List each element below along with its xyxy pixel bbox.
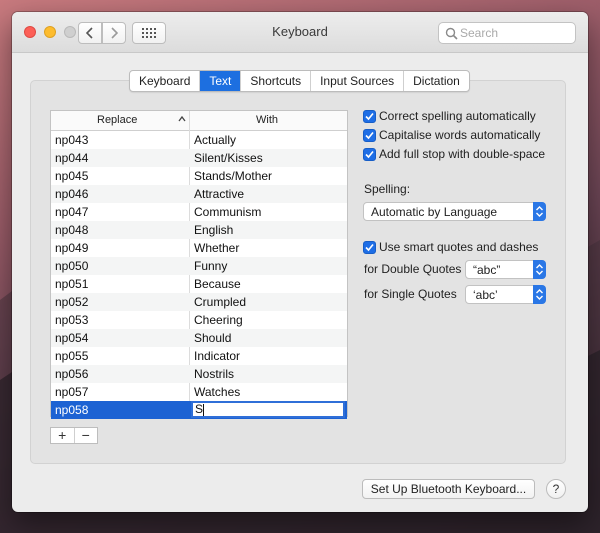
with-cell[interactable]: Stands/Mother bbox=[194, 169, 272, 183]
smart-quotes-label: Use smart quotes and dashes bbox=[379, 240, 539, 254]
with-cell[interactable]: Communism bbox=[194, 205, 261, 219]
table-row[interactable]: np056 Nostrils bbox=[51, 365, 347, 383]
table-row[interactable]: np050 Funny bbox=[51, 257, 347, 275]
replace-cell[interactable]: np054 bbox=[55, 331, 88, 345]
text-replacement-table[interactable]: Replace With np043 Actually np044 Silent/Ki… bbox=[50, 110, 348, 419]
with-cell[interactable]: Because bbox=[194, 277, 241, 291]
table-row-editing[interactable]: np058 S bbox=[51, 401, 347, 419]
double-quotes-value: “abc” bbox=[473, 263, 501, 277]
table-row[interactable]: np054 Should bbox=[51, 329, 347, 347]
table-row[interactable]: np055 Indicator bbox=[51, 347, 347, 365]
with-cell[interactable]: Crumpled bbox=[194, 295, 246, 309]
replace-cell[interactable]: np056 bbox=[55, 367, 88, 381]
replace-cell[interactable]: np050 bbox=[55, 259, 88, 273]
replace-cell[interactable]: np044 bbox=[55, 151, 88, 165]
sort-ascending-icon bbox=[178, 115, 186, 122]
with-cell[interactable]: Actually bbox=[194, 133, 236, 147]
spelling-label: Spelling: bbox=[364, 182, 411, 196]
search-icon bbox=[445, 27, 458, 40]
double-quotes-label: for Double Quotes bbox=[364, 262, 462, 276]
checkmark-icon bbox=[365, 112, 374, 121]
single-quotes-value: ‘abc’ bbox=[473, 288, 498, 302]
spelling-language-value: Automatic by Language bbox=[371, 205, 498, 219]
updown-arrows-icon bbox=[533, 285, 546, 304]
title-bar: Keyboard Search bbox=[12, 12, 588, 53]
add-remove-controls: + − bbox=[50, 427, 98, 444]
table-row[interactable]: np049 Whether bbox=[51, 239, 347, 257]
replace-cell[interactable]: np053 bbox=[55, 313, 88, 327]
replace-cell[interactable]: np051 bbox=[55, 277, 88, 291]
table-row[interactable]: np045 Stands/Mother bbox=[51, 167, 347, 185]
tab-dictation[interactable]: Dictation bbox=[404, 71, 469, 91]
table-header: Replace With bbox=[51, 111, 347, 131]
with-cell[interactable]: English bbox=[194, 223, 233, 237]
smart-quotes-checkbox[interactable] bbox=[363, 241, 376, 254]
single-quotes-popup[interactable]: ‘abc’ bbox=[465, 285, 546, 304]
tab-shortcuts[interactable]: Shortcuts bbox=[241, 71, 312, 91]
preferences-tabs: Keyboard Text Shortcuts Input Sources Di… bbox=[129, 70, 470, 92]
table-row[interactable]: np057 Watches bbox=[51, 383, 347, 401]
replace-cell[interactable]: np046 bbox=[55, 187, 88, 201]
table-row[interactable]: np047 Communism bbox=[51, 203, 347, 221]
checkmark-icon bbox=[365, 243, 374, 252]
replace-cell[interactable]: np058 bbox=[55, 403, 88, 417]
column-header-replace[interactable]: Replace bbox=[97, 114, 137, 126]
updown-arrows-icon bbox=[533, 202, 546, 221]
table-row[interactable]: np048 English bbox=[51, 221, 347, 239]
search-placeholder: Search bbox=[460, 26, 499, 40]
updown-arrows-icon bbox=[533, 260, 546, 279]
replace-cell[interactable]: np043 bbox=[55, 133, 88, 147]
tab-text[interactable]: Text bbox=[200, 71, 242, 91]
replace-cell[interactable]: np045 bbox=[55, 169, 88, 183]
with-cell[interactable]: Cheering bbox=[194, 313, 243, 327]
add-entry-button[interactable]: + bbox=[51, 428, 75, 443]
with-cell[interactable]: Attractive bbox=[194, 187, 244, 201]
table-row[interactable]: np051 Because bbox=[51, 275, 347, 293]
with-edit-value: S bbox=[195, 402, 204, 416]
table-row[interactable]: np053 Cheering bbox=[51, 311, 347, 329]
tab-keyboard[interactable]: Keyboard bbox=[130, 71, 201, 91]
spelling-language-popup[interactable]: Automatic by Language bbox=[363, 202, 546, 221]
keyboard-preferences-window: Keyboard Search Keyboard Text Shortcuts … bbox=[12, 12, 588, 512]
table-row[interactable]: np043 Actually bbox=[51, 131, 347, 149]
with-cell[interactable]: Funny bbox=[194, 259, 227, 273]
add-full-stop-label: Add full stop with double-space bbox=[379, 147, 546, 161]
text-cursor bbox=[203, 403, 205, 416]
with-cell[interactable]: Silent/Kisses bbox=[194, 151, 263, 165]
replace-cell[interactable]: np057 bbox=[55, 385, 88, 399]
single-quotes-label: for Single Quotes bbox=[364, 287, 457, 301]
add-full-stop-checkbox[interactable] bbox=[363, 148, 376, 161]
set-up-bluetooth-keyboard-button[interactable]: Set Up Bluetooth Keyboard... bbox=[362, 479, 535, 499]
capitalise-words-label: Capitalise words automatically bbox=[379, 128, 541, 142]
table-row[interactable]: np052 Crumpled bbox=[51, 293, 347, 311]
with-edit-field[interactable]: S bbox=[191, 401, 345, 418]
checkmark-icon bbox=[365, 150, 374, 159]
with-cell[interactable]: Whether bbox=[194, 241, 239, 255]
replace-cell[interactable]: np047 bbox=[55, 205, 88, 219]
correct-spelling-checkbox[interactable] bbox=[363, 110, 376, 123]
tab-input-sources[interactable]: Input Sources bbox=[311, 71, 405, 91]
replace-cell[interactable]: np049 bbox=[55, 241, 88, 255]
correct-spelling-label: Correct spelling automatically bbox=[379, 109, 536, 123]
replace-cell[interactable]: np052 bbox=[55, 295, 88, 309]
replace-cell[interactable]: np048 bbox=[55, 223, 88, 237]
column-header-with[interactable]: With bbox=[256, 114, 278, 126]
checkmark-icon bbox=[365, 131, 374, 140]
double-quotes-popup[interactable]: “abc” bbox=[465, 260, 546, 279]
table-row[interactable]: np046 Attractive bbox=[51, 185, 347, 203]
with-cell[interactable]: Watches bbox=[194, 385, 240, 399]
with-cell[interactable]: Should bbox=[194, 331, 231, 345]
remove-entry-button[interactable]: − bbox=[75, 428, 98, 443]
search-field[interactable]: Search bbox=[438, 22, 576, 44]
capitalise-words-checkbox[interactable] bbox=[363, 129, 376, 142]
help-button[interactable]: ? bbox=[546, 479, 566, 499]
replace-cell[interactable]: np055 bbox=[55, 349, 88, 363]
table-row[interactable]: np044 Silent/Kisses bbox=[51, 149, 347, 167]
with-cell[interactable]: Nostrils bbox=[194, 367, 234, 381]
with-cell[interactable]: Indicator bbox=[194, 349, 240, 363]
